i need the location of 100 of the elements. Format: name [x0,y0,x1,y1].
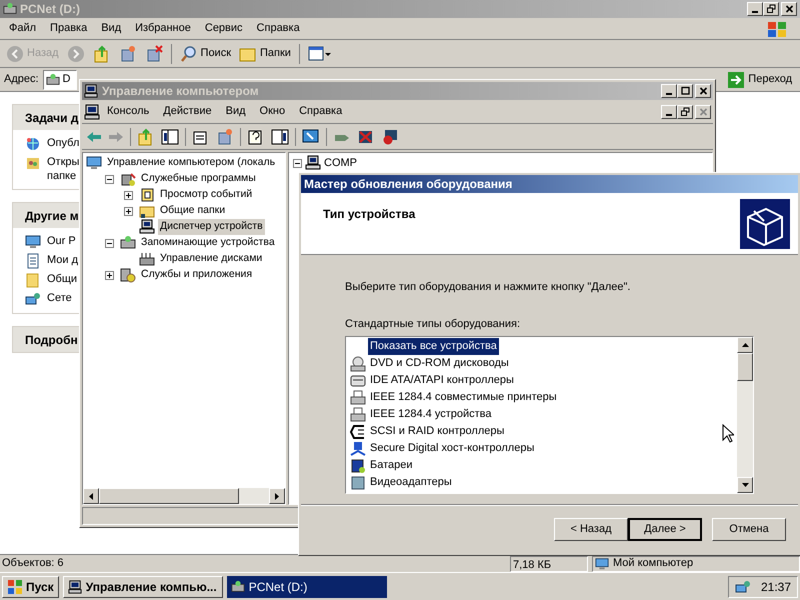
search-icon [180,44,198,62]
tree-item[interactable]: Управление дисками [158,251,264,267]
go-button[interactable]: Переход [724,70,796,90]
minimize-button[interactable] [661,104,677,118]
collapse-toggle[interactable] [105,174,114,184]
task-link[interactable]: Our P [47,234,76,248]
list-item[interactable]: Secure Digital хост-контроллеры [368,440,536,457]
clock: 21:37 [760,578,791,596]
device-type-list[interactable] [345,336,754,494]
menu-item[interactable]: Сервис [198,20,250,37]
task-link[interactable]: папке [47,169,80,183]
controller-icon [350,372,366,388]
plus-icon [126,208,131,214]
tree-item[interactable]: Общие папки [158,203,228,219]
restore-button[interactable] [677,104,693,118]
collapse-toggle[interactable] [293,158,302,168]
address-field[interactable]: D [42,70,77,90]
menu-item[interactable]: Справка [292,103,350,120]
task-link[interactable]: Общи [47,272,78,286]
tree-item[interactable]: Управление компьютером (локаль [105,155,278,171]
expand-toggle[interactable] [124,190,133,200]
panel-toggle-icon[interactable] [271,128,289,144]
drive-icon [230,580,245,594]
menu-item[interactable]: Правка [43,20,94,37]
task-link[interactable]: Откры [47,155,80,169]
instruction-text: Выберите тип оборудования и нажмите кнопку "Далее". [345,280,632,295]
list-label: Стандартные типы оборудования: [345,316,522,332]
list-item[interactable]: Видеоадаптеры [368,474,454,491]
list-item[interactable]: IEEE 1284.4 устройства [368,406,494,423]
close-button[interactable] [695,104,711,118]
scroll-thumb[interactable] [99,488,239,504]
restore-button[interactable] [763,2,779,16]
panel-toggle-icon[interactable] [161,128,179,144]
maximize-icon [680,86,690,96]
task-link[interactable]: Сете [47,291,72,305]
disable-device-icon[interactable] [381,128,399,144]
menu-item[interactable]: Вид [94,20,128,37]
status-text: Мой компьютер [592,556,800,572]
wizard-button[interactable]: Далее > [628,518,702,541]
menu-item[interactable]: Избранное [128,20,198,37]
folders-button[interactable]: Папки [237,42,293,64]
task-link[interactable]: Мои д [47,253,78,267]
menu-item[interactable]: Консоль [100,103,156,120]
horizontal-scrollbar[interactable] [83,488,285,504]
arrow-right-icon [275,492,279,500]
expand-toggle[interactable] [124,206,133,216]
expand-toggle[interactable] [105,270,114,280]
vertical-scrollbar[interactable] [737,337,753,493]
list-item[interactable]: IDE ATA/ATAPI контроллеры [368,372,516,389]
panel-title: Другие м [25,208,79,224]
menu-item[interactable]: Файл [2,20,44,37]
network-icon [734,578,751,594]
close-icon [698,86,708,96]
tree-item[interactable]: COMP [324,154,357,172]
tree-item[interactable]: Запоминающие устройства [139,235,277,251]
list-item[interactable]: Батареи [368,457,415,474]
move-to-icon [216,128,234,146]
menu-item[interactable]: Действие [156,103,219,120]
list-item[interactable]: DVD и CD-ROM дисководы [368,355,511,372]
close-button[interactable] [781,2,797,16]
close-icon [784,4,794,14]
menu-item[interactable]: Справка [250,20,307,37]
minimize-button[interactable] [661,84,677,98]
search-button[interactable]: Поиск [178,42,234,64]
scroll-thumb[interactable] [737,353,753,381]
scroll-down-button[interactable] [737,477,753,493]
taskbar-button[interactable]: PCNet (D:) [226,576,387,598]
computer-icon [139,219,155,235]
scroll-right-button[interactable] [269,488,285,504]
list-item[interactable]: Показать все устройства [368,338,499,355]
arrow-down-icon [742,483,748,487]
scroll-up-button[interactable] [737,337,753,353]
tree-item[interactable]: Просмотр событий [158,187,254,203]
computer-icon [68,580,82,594]
menu-item[interactable]: Вид [218,103,253,120]
close-button[interactable] [695,84,711,98]
uninstall-icon[interactable] [357,128,375,144]
tree-item[interactable]: Диспетчер устройств [158,219,265,235]
taskbar-button[interactable]: Управление компью... [62,576,223,598]
plus-icon [107,272,112,278]
scan-hardware-icon[interactable] [302,128,320,144]
minimize-button[interactable] [747,2,763,16]
wizard-button[interactable]: Отмена [712,518,786,541]
collapse-toggle[interactable] [105,238,114,248]
task-link[interactable]: Опубл [47,136,80,150]
list-item[interactable]: SCSI и RAID контроллеры [368,423,506,440]
start-button[interactable]: Пуск [2,576,59,598]
panel-title: Задачи д [25,110,78,126]
tree-item[interactable]: Службы и приложения [139,267,254,283]
menu-item[interactable]: Окно [252,103,292,120]
computer-icon [305,155,321,171]
monitor-icon [595,556,609,570]
scroll-left-button[interactable] [83,488,99,504]
wizard-heading: Тип устройства [323,206,416,223]
tree-item[interactable]: Служебные программы [139,171,258,187]
close-icon [698,106,708,116]
list-item[interactable]: IEEE 1284.4 совместимые принтеры [368,389,559,406]
wizard-button[interactable]: < Назад [554,518,628,541]
back-icon [6,44,24,62]
maximize-button[interactable] [677,84,693,98]
